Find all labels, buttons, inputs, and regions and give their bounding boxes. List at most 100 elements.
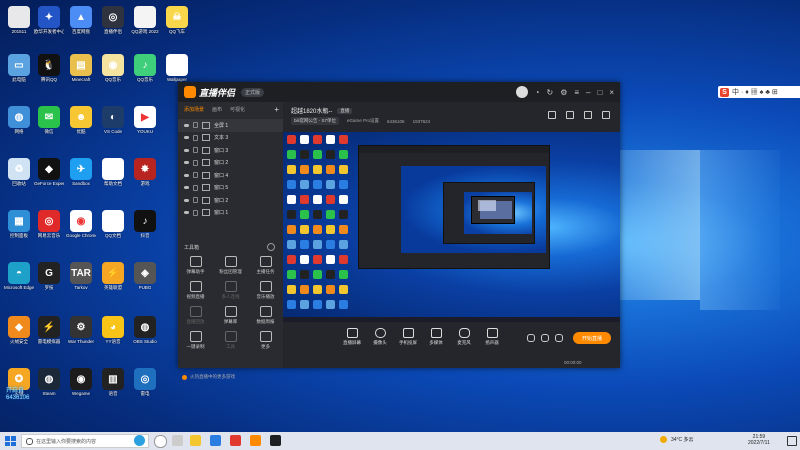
desktop-icon[interactable]: ◉ Wegame xyxy=(66,368,96,402)
desktop-icon[interactable]: ⚡ 英雄联盟 xyxy=(98,262,128,296)
lock-icon[interactable] xyxy=(193,209,198,216)
desktop-icon[interactable]: ◓ Microsoft Edge xyxy=(4,262,34,296)
hint-bar[interactable]: 火热直播中的更多游戏 xyxy=(182,374,235,380)
gear-icon[interactable] xyxy=(555,334,563,342)
tool-button[interactable]: 工具 xyxy=(213,329,248,350)
eye-icon[interactable] xyxy=(184,136,189,140)
desktop-icon[interactable]: ♻ 回收站 xyxy=(4,158,34,192)
desktop-icon[interactable]: ◉ QQ音乐 xyxy=(98,54,128,88)
scene-item[interactable]: 窗口 2 xyxy=(178,157,283,170)
refresh-icon[interactable]: ↻ xyxy=(546,88,553,97)
desktop-icon[interactable]: ▦ 控制面板 xyxy=(4,210,34,244)
eye-icon[interactable] xyxy=(184,198,189,202)
tool-button[interactable]: 弹幕助手 xyxy=(178,254,213,275)
eye-icon[interactable] xyxy=(184,211,189,215)
camera-button[interactable]: 摄像头 xyxy=(369,328,391,346)
ime-items[interactable]: 中 · ♦ ▦ ♠ ♣ ⊞ xyxy=(732,87,778,97)
desktop-icon[interactable]: ◈ PUBG xyxy=(130,262,160,296)
add-scene-icon[interactable]: + xyxy=(274,105,279,114)
desktop-icon[interactable]: ☠ QQ飞车 xyxy=(162,6,192,40)
desktop-icon[interactable]: 🐧 腾讯QQ xyxy=(34,54,64,88)
desktop-icon[interactable]: ▥ 语音 xyxy=(98,368,128,402)
weather-icon[interactable] xyxy=(660,436,667,443)
close-icon[interactable]: × xyxy=(609,88,614,97)
lock-icon[interactable] xyxy=(193,147,198,154)
taskbar-search[interactable]: 在这里输入你要搜索的内容 xyxy=(21,434,149,448)
scene-item[interactable]: 窗口 1 xyxy=(178,207,283,220)
tool-button[interactable]: 弹幕库 xyxy=(213,304,248,325)
eye-icon[interactable] xyxy=(184,161,189,165)
room-tag[interactable]: 直播 xyxy=(337,107,353,114)
scene-item[interactable]: 窗口 4 xyxy=(178,169,283,182)
lock-icon[interactable] xyxy=(193,122,198,129)
desktop-icon[interactable]: ✈ Sandbox xyxy=(66,158,96,192)
lock-icon[interactable] xyxy=(193,172,198,179)
desktop-icon[interactable]: 201511 xyxy=(4,6,34,40)
eye-icon[interactable] xyxy=(184,186,189,190)
tab-canvas[interactable]: 画布 xyxy=(212,106,222,113)
app-taskbar-icon[interactable] xyxy=(210,435,221,446)
desktop-icon[interactable]: ☻ 优酷 xyxy=(66,106,96,140)
desktop-icon[interactable]: ✸ 游戏 xyxy=(130,158,160,192)
sogou-icon[interactable]: S xyxy=(720,87,729,97)
scene-item[interactable]: 窗口 3 xyxy=(178,144,283,157)
desktop-icon[interactable]: ✦ 欧华开发者中心 xyxy=(34,6,64,40)
scene-item[interactable]: 窗口 5 xyxy=(178,182,283,195)
desktop-icon[interactable]: ◕ YY语音 xyxy=(98,316,128,350)
notification-center-icon[interactable] xyxy=(787,436,797,446)
app-taskbar-icon[interactable] xyxy=(270,435,281,446)
go-live-button[interactable]: 开始直播 xyxy=(573,332,611,344)
room-title[interactable]: 超越1820水瓶-- xyxy=(291,106,332,115)
desktop-icon[interactable]: ◍ OBS Studio xyxy=(130,316,160,350)
category-pill[interactable]: bili官网公告 - S7单位 xyxy=(291,117,340,125)
eye-icon[interactable] xyxy=(541,334,549,342)
desktop-icon[interactable]: ◆ 火绒安全 xyxy=(4,316,34,350)
desktop-icon[interactable]: 帮助文档 xyxy=(98,158,128,192)
desktop-icon[interactable]: ♪ 抖音 xyxy=(130,210,160,244)
eye-icon[interactable] xyxy=(184,148,189,152)
scene-item[interactable]: 窗口 2 xyxy=(178,194,283,207)
tool-button[interactable]: 粉丝团管理 xyxy=(213,254,248,275)
tab-visual[interactable]: 可视化 xyxy=(230,106,245,113)
stream-preview[interactable] xyxy=(283,132,620,322)
toolbox-more-icon[interactable] xyxy=(267,243,275,251)
windows-start-icon[interactable] xyxy=(5,436,16,446)
notification-icon[interactable] xyxy=(566,111,574,119)
scene-item[interactable]: 全屏 1 xyxy=(178,119,283,132)
gift-icon[interactable] xyxy=(548,111,556,119)
tool-button[interactable]: 一键录制 xyxy=(178,329,213,350)
speaker-button[interactable]: 扬声器 xyxy=(481,328,503,346)
desktop-icon[interactable]: ▲ 百度网盘 xyxy=(66,6,96,40)
platform-setting[interactable]: eGame Pro设置 xyxy=(347,118,379,124)
desktop-icon[interactable]: QQ游戏 2022 xyxy=(130,6,160,40)
lock-icon[interactable] xyxy=(193,159,198,166)
menu-icon[interactable]: ≡ xyxy=(574,88,579,97)
desktop-icon[interactable]: ⚡ 雷电模拟器 xyxy=(34,316,64,350)
tool-button[interactable]: 更多 xyxy=(248,329,283,350)
eye-icon[interactable] xyxy=(184,173,189,177)
tool-button[interactable]: 多人连线 xyxy=(213,279,248,300)
task-view-icon[interactable] xyxy=(172,435,183,446)
desktop-icon[interactable]: TAR Tarkov xyxy=(66,262,96,296)
ime-toolbar[interactable]: S 中 · ♦ ▦ ♠ ♣ ⊞ xyxy=(718,86,800,98)
desktop-icon[interactable]: ♪ QQ音乐 xyxy=(130,54,160,88)
settings-icon[interactable]: ⚙ xyxy=(560,88,567,97)
desktop-icon[interactable]: ▭ 此电脑 xyxy=(4,54,34,88)
eye-icon[interactable] xyxy=(184,123,189,127)
phone-cast-button[interactable]: 手机投屏 xyxy=(397,328,419,346)
tool-button[interactable]: 音乐播放 xyxy=(248,279,283,300)
scene-item[interactable]: 文本 3 xyxy=(178,132,283,145)
tool-button[interactable]: 数据周报 xyxy=(248,304,283,325)
desktop-icon[interactable]: ▤ Minecraft xyxy=(66,54,96,88)
search-icon[interactable] xyxy=(584,111,592,119)
tool-button[interactable]: 主播任务 xyxy=(248,254,283,275)
desktop-icon[interactable]: ◆GeForce Experience xyxy=(34,158,64,192)
title-bar[interactable]: 直播伴侣 正式版 ◔ ↻ ⚙ ≡ – □ × xyxy=(178,82,620,102)
share-icon[interactable] xyxy=(602,111,610,119)
microphone-button[interactable]: 麦克风 xyxy=(453,328,475,346)
desktop-icon[interactable]: ◉ Google Chrome xyxy=(66,210,96,244)
tool-button[interactable]: 视频直播 xyxy=(178,279,213,300)
desktop-icon[interactable]: ✉ 微信 xyxy=(34,106,64,140)
maximize-icon[interactable]: □ xyxy=(597,88,602,97)
explorer-icon[interactable] xyxy=(190,435,201,446)
